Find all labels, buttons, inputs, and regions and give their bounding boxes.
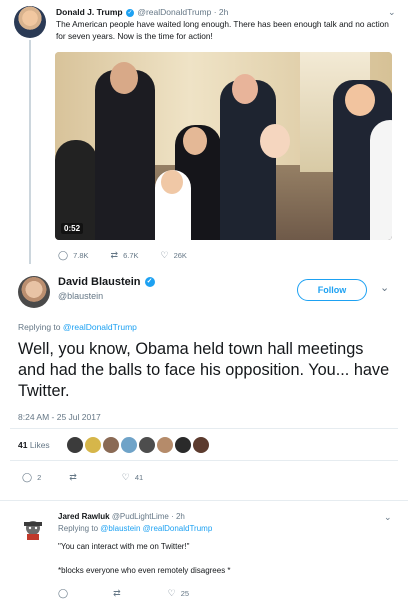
reply-button[interactable]: ◯ [58,588,73,599]
reply-icon: ◯ [58,588,69,598]
retweet-icon: ⇄ [113,588,121,598]
tweet2-name[interactable]: David Blaustein ✓ [58,276,156,288]
heart-icon: ♡ [121,472,130,482]
liker-avatar[interactable] [175,437,191,453]
avatar-blaustein[interactable] [18,276,50,308]
tweet2-timestamp[interactable]: 8:24 AM - 25 Jul 2017 [18,412,101,422]
reply-icon: ◯ [58,250,69,260]
liker-avatar[interactable] [193,437,209,453]
replying-to: Replying to @realDonaldTrump [18,322,137,332]
chevron-down-icon[interactable]: ⌄ [380,281,389,294]
tweet1-time[interactable]: 2h [219,7,228,17]
liker-avatars [67,437,211,453]
reply-button[interactable]: ◯ 7.8K [58,250,89,261]
tweet2-actions: ◯ 2 ⇄ ♡ 41 [22,472,165,483]
retweet-icon: ⇄ [69,472,77,482]
heart-icon: ♡ [160,250,169,260]
like-button[interactable]: ♡ 41 [122,472,143,483]
tweet1-header: Donald J. Trump ✓ @realDonaldTrump · 2h [56,7,229,17]
likes-count[interactable]: 41 Likes [18,440,50,450]
replying-to-link[interactable]: @realDonaldTrump [143,524,213,533]
tweet2-text: Well, you know, Obama held town hall mee… [18,340,390,400]
thread-line [29,40,31,264]
divider [10,428,398,429]
tweet2-handle[interactable]: @blaustein [58,291,103,301]
video-duration: 0:52 [61,223,84,234]
tweet1-name[interactable]: Donald J. Trump [56,7,123,17]
reply-button[interactable]: ◯ 2 [22,472,41,483]
replying-to: Replying to @blaustein @realDonaldTrump [58,524,213,533]
liker-avatar[interactable] [85,437,101,453]
verified-badge-icon: ✓ [125,8,134,17]
liker-avatar[interactable] [157,437,173,453]
tweet3-text-line2: *blocks everyone who even remotely disag… [58,566,231,575]
chevron-down-icon[interactable]: ⌄ [384,512,392,523]
liker-avatar[interactable] [139,437,155,453]
replying-to-link[interactable]: @blaustein [100,524,140,533]
like-button[interactable]: ♡ 25 [168,588,189,599]
tweet1-video[interactable]: 0:52 [55,52,392,240]
retweet-button[interactable]: ⇄ [113,588,126,599]
chevron-down-icon[interactable]: ⌄ [388,7,396,18]
pirate-logo-icon [24,521,42,540]
retweet-icon: ⇄ [110,250,119,260]
tweet3-header: Jared Rawluk @PudLightLime · 2h [58,512,185,521]
verified-badge-icon: ✓ [144,277,155,288]
tweet1-text: The American people have waited long eno… [56,19,389,41]
divider [10,460,398,461]
replying-to-link[interactable]: @realDonaldTrump [63,322,137,332]
reply-icon: ◯ [22,472,33,482]
tweet3-name[interactable]: Jared Rawluk [58,512,110,521]
heart-icon: ♡ [167,588,176,598]
avatar-trump[interactable] [14,6,46,38]
tweet3-handle[interactable]: @PudLightLime [112,512,169,521]
retweet-button[interactable]: ⇄ [69,472,82,483]
liker-avatar[interactable] [121,437,137,453]
liker-avatar[interactable] [67,437,83,453]
avatar-rawluk[interactable] [18,516,48,546]
retweet-button[interactable]: ⇄ 6.7K [111,250,139,261]
tweet3-actions: ◯ ⇄ ♡ 25 [58,588,211,599]
liker-avatar[interactable] [103,437,119,453]
tweet3-time[interactable]: 2h [176,512,185,521]
like-button[interactable]: ♡ 26K [161,250,187,261]
tweet3-text-line1: "You can interact with me on Twitter!" [58,542,190,551]
divider [0,500,408,501]
follow-button[interactable]: Follow [297,279,367,301]
tweet1-actions: ◯ 7.8K ⇄ 6.7K ♡ 26K [58,250,209,261]
tweet1-handle[interactable]: @realDonaldTrump [137,7,211,17]
